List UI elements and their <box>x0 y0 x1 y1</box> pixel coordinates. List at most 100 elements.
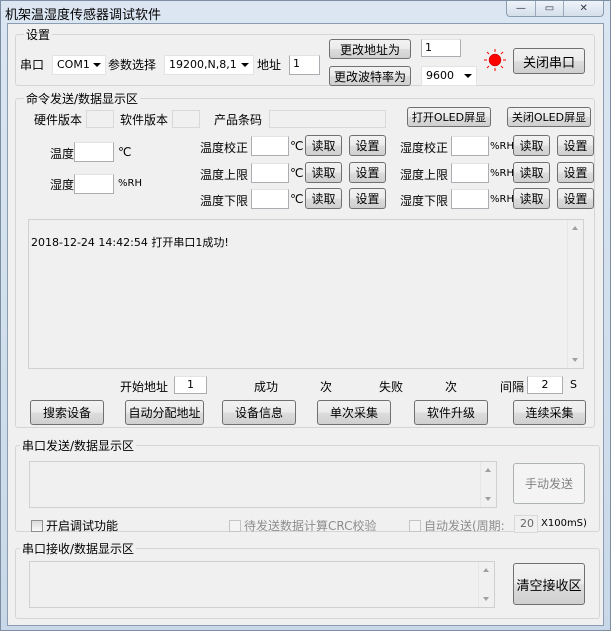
period-input[interactable]: 20 <box>514 515 538 533</box>
hum-row-set-button[interactable]: 设置 <box>557 162 594 183</box>
barcode-label: 产品条码 <box>214 113 263 127</box>
chevron-down-icon <box>241 63 249 67</box>
chevron-down-icon <box>464 74 472 78</box>
hum-row-set-button[interactable]: 设置 <box>557 188 594 209</box>
hum-row-label: 湿度上限 <box>400 168 449 182</box>
window-title: 机架温湿度传感器调试软件 <box>5 8 162 23</box>
checkbox-icon <box>31 519 43 532</box>
crc-checkbox[interactable]: 待发送数据计算CRC校验 <box>229 517 377 534</box>
auto-send-checkbox[interactable]: 自动发送(周期: <box>409 517 505 534</box>
settings-group-label: 设置 <box>24 26 53 43</box>
change-baud-button[interactable]: 更改波特率为 <box>329 66 411 86</box>
new-address-input[interactable]: 1 <box>421 39 461 57</box>
temp-row-input[interactable] <box>251 136 289 156</box>
period-unit: X100mS) <box>541 518 587 529</box>
address-input[interactable]: 1 <box>289 55 320 75</box>
auto-assign-address-button[interactable]: 自动分配地址 <box>125 400 204 425</box>
close-button[interactable]: ✕ <box>564 1 603 16</box>
hum-row-input[interactable] <box>451 163 489 183</box>
hum-row-set-button[interactable]: 设置 <box>557 135 594 156</box>
log-line: 2018-12-24 14:42:54 打开串口1成功! <box>31 236 229 249</box>
client-area: 设置 串口 COM1 参数选择 19200,N,8,1 地址 1 更改地址为 更… <box>7 23 604 626</box>
clear-receive-button[interactable]: 清空接收区 <box>513 563 585 605</box>
command-group-label: 命令发送/数据显示区 <box>24 90 141 107</box>
param-label: 参数选择 <box>108 58 157 72</box>
temp-row-label: 温度上限 <box>200 168 249 182</box>
chevron-down-icon <box>93 63 101 67</box>
manual-send-button[interactable]: 手动发送 <box>513 463 585 504</box>
hum-row-label: 湿度下限 <box>400 194 449 208</box>
firmware-upgrade-button[interactable]: 软件升级 <box>414 400 488 425</box>
checkbox-icon <box>229 519 241 532</box>
new-baud-select-value: 9600 <box>426 69 454 82</box>
interval-input[interactable]: 2 <box>527 376 563 394</box>
hum-row-input[interactable] <box>451 136 489 156</box>
close-oled-button[interactable]: 关闭OLED屏显 <box>507 107 591 127</box>
temp-row-read-button[interactable]: 读取 <box>305 162 342 183</box>
scroll-down-icon[interactable] <box>483 597 489 601</box>
hw-version-field <box>86 110 114 128</box>
interval-unit: S <box>570 378 577 391</box>
start-address-input[interactable]: 1 <box>174 376 207 394</box>
temp-row-read-button[interactable]: 读取 <box>305 188 342 209</box>
scroll-down-icon[interactable] <box>572 358 578 362</box>
param-select-value: 19200,N,8,1 <box>169 58 237 71</box>
port-select-value: COM1 <box>57 58 90 71</box>
device-info-button[interactable]: 设备信息 <box>222 400 296 425</box>
command-log[interactable]: 2018-12-24 14:42:54 打开串口1成功! <box>28 219 584 369</box>
temp-row-input[interactable] <box>251 189 289 209</box>
temperature-label: 温度 <box>50 147 75 161</box>
fail-label: 失败 <box>379 380 404 394</box>
app-window: 机架温湿度传感器调试软件 — ▭ ✕ 设置 串口 COM1 参数选择 19200… <box>0 0 611 631</box>
temp-row-set-button[interactable]: 设置 <box>349 188 386 209</box>
new-baud-select[interactable]: 9600 <box>421 66 477 86</box>
start-address-label: 开始地址 <box>120 380 169 394</box>
hum-row-unit: %RH <box>490 194 514 205</box>
change-address-button[interactable]: 更改地址为 <box>329 39 411 59</box>
temp-row-set-button[interactable]: 设置 <box>349 135 386 156</box>
humidity-label: 湿度 <box>50 178 75 192</box>
temp-row-label: 温度下限 <box>200 194 249 208</box>
log-scrollbar[interactable] <box>567 220 583 368</box>
minimize-button[interactable]: — <box>507 1 536 16</box>
title-bar: 机架温湿度传感器调试软件 — ▭ ✕ <box>1 1 610 23</box>
hum-row-unit: %RH <box>490 141 514 152</box>
address-label: 地址 <box>257 58 282 72</box>
close-port-button[interactable]: 关闭串口 <box>513 48 585 74</box>
receive-scrollbar[interactable] <box>478 562 494 607</box>
status-led-icon <box>484 49 506 71</box>
barcode-field <box>269 110 386 128</box>
search-device-button[interactable]: 搜索设备 <box>30 400 104 425</box>
debug-checkbox[interactable]: 开启调试功能 <box>31 517 118 534</box>
temp-row-input[interactable] <box>251 163 289 183</box>
single-collect-button[interactable]: 单次采集 <box>317 400 391 425</box>
scroll-down-icon[interactable] <box>485 497 491 501</box>
param-select[interactable]: 19200,N,8,1 <box>164 55 254 75</box>
maximize-button[interactable]: ▭ <box>536 1 565 16</box>
scroll-up-icon[interactable] <box>485 468 491 472</box>
temp-row-label: 温度校正 <box>200 141 249 155</box>
send-scrollbar[interactable] <box>480 462 496 507</box>
temp-row-set-button[interactable]: 设置 <box>349 162 386 183</box>
hum-row-input[interactable] <box>451 189 489 209</box>
hum-row-read-button[interactable]: 读取 <box>513 188 550 209</box>
humidity-unit: %RH <box>118 178 142 189</box>
open-oled-button[interactable]: 打开OLED屏显 <box>407 107 491 127</box>
success-unit: 次 <box>320 380 333 394</box>
window-controls: — ▭ ✕ <box>506 1 604 17</box>
temp-row-unit: ℃ <box>290 192 304 206</box>
serial-send-input[interactable] <box>29 461 497 508</box>
serial-receive-group-label: 串口接收/数据显示区 <box>20 540 137 557</box>
temp-row-read-button[interactable]: 读取 <box>305 135 342 156</box>
continuous-collect-button[interactable]: 连续采集 <box>513 400 586 425</box>
hum-row-read-button[interactable]: 读取 <box>513 135 550 156</box>
hum-row-label: 湿度校正 <box>400 141 449 155</box>
scroll-up-icon[interactable] <box>572 226 578 230</box>
hum-row-read-button[interactable]: 读取 <box>513 162 550 183</box>
port-select[interactable]: COM1 <box>52 55 106 75</box>
serial-receive-output[interactable] <box>29 561 495 608</box>
auto-send-label: 自动发送(周期: <box>424 519 505 533</box>
scroll-up-icon[interactable] <box>483 568 489 572</box>
serial-send-group-label: 串口发送/数据显示区 <box>20 437 137 454</box>
sw-version-label: 软件版本 <box>120 113 169 127</box>
